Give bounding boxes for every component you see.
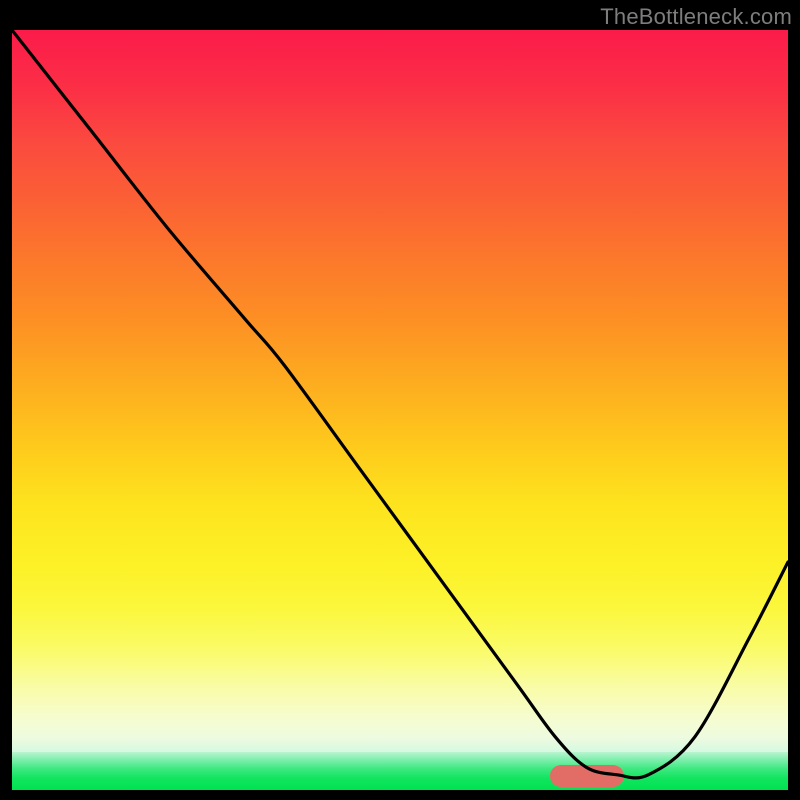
optimal-zone-strip — [12, 752, 788, 790]
attribution-text: TheBottleneck.com — [600, 4, 792, 30]
plot-area — [12, 30, 788, 790]
heat-gradient — [12, 30, 788, 752]
optimal-marker — [550, 765, 624, 787]
chart-frame — [12, 30, 788, 790]
